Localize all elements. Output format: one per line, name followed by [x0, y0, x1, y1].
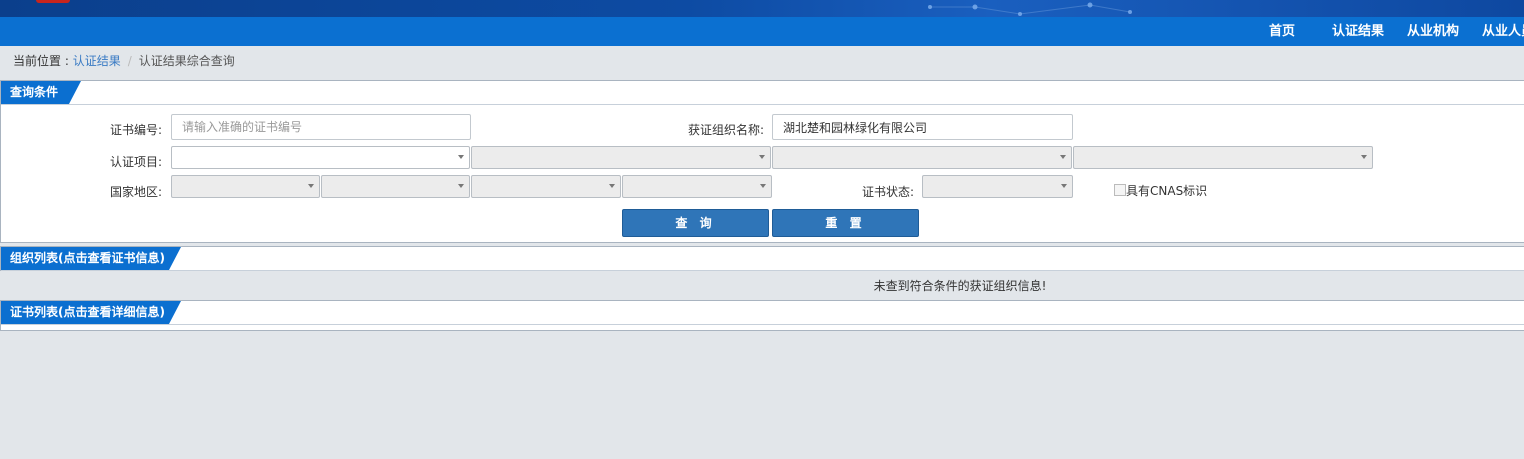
search-button[interactable]: 查 询 [622, 209, 769, 237]
chevron-down-icon [1060, 155, 1066, 159]
org-list-title: 组织列表(点击查看证书信息) [1, 247, 165, 270]
chevron-down-icon [759, 155, 765, 159]
region-select-2[interactable] [321, 175, 470, 198]
cert-status-select[interactable] [922, 175, 1073, 198]
chevron-down-icon [609, 184, 615, 188]
reset-button[interactable]: 重 置 [772, 209, 919, 237]
breadcrumb: 当前位置 : 认证结果 / 认证结果综合查询 [13, 52, 235, 70]
query-panel-title: 查询条件 [1, 81, 58, 104]
cert-status-label: 证书状态: [861, 185, 914, 199]
cnas-label: 具有CNAS标识 [1126, 184, 1208, 198]
cert-project-select-3[interactable] [772, 146, 1072, 169]
cert-no-input[interactable] [171, 114, 471, 140]
cert-list-title: 证书列表(点击查看详细信息) [1, 301, 165, 324]
network-decoration-icon [928, 2, 1132, 16]
chevron-down-icon [760, 184, 766, 188]
logo-badge [36, 0, 70, 3]
cert-list-panel: 证书列表(点击查看详细信息) [0, 300, 1524, 331]
org-list-header: 组织列表(点击查看证书信息) [1, 247, 1524, 271]
cnas-checkbox[interactable] [1114, 184, 1126, 196]
cert-project-select-2[interactable] [471, 146, 771, 169]
empty-result-message: 未查到符合条件的获证组织信息! [873, 279, 1047, 293]
cert-no-label: 证书编号: [109, 123, 162, 137]
region-select-1[interactable] [171, 175, 320, 198]
cert-project-select-4[interactable] [1073, 146, 1373, 169]
region-select-4[interactable] [622, 175, 772, 198]
nav-item-cert-results[interactable]: 认证结果 [1332, 17, 1384, 46]
breadcrumb-current: 认证结果综合查询 [138, 54, 235, 68]
org-name-label: 获证组织名称: [687, 123, 764, 137]
region-label: 国家地区: [109, 185, 162, 199]
cert-project-label: 认证项目: [109, 155, 162, 169]
nav-item-home[interactable]: 首页 [1269, 17, 1295, 46]
cert-list-header: 证书列表(点击查看详细信息) [1, 301, 1524, 325]
org-name-input[interactable] [772, 114, 1073, 140]
main-nav: 首页 认证结果 从业机构 从业人员 [0, 17, 1524, 46]
chevron-down-icon [1361, 155, 1367, 159]
breadcrumb-separator: / [127, 54, 132, 68]
chevron-down-icon [458, 184, 464, 188]
chevron-down-icon [308, 184, 314, 188]
region-select-3[interactable] [471, 175, 621, 198]
chevron-down-icon [1061, 184, 1067, 188]
cnas-option: 具有CNAS标识 [1114, 182, 1207, 199]
header-banner [0, 0, 1524, 17]
cert-project-select-1[interactable] [171, 146, 470, 169]
nav-item-personnel[interactable]: 从业人员 [1482, 17, 1524, 46]
query-panel-header: 查询条件 [1, 81, 1524, 105]
breadcrumb-link-cert-results[interactable]: 认证结果 [73, 54, 121, 68]
breadcrumb-prefix: 当前位置 : [13, 54, 73, 68]
org-list-panel: 组织列表(点击查看证书信息) [0, 246, 1524, 271]
chevron-down-icon [458, 155, 464, 159]
nav-item-institutions[interactable]: 从业机构 [1407, 17, 1459, 46]
